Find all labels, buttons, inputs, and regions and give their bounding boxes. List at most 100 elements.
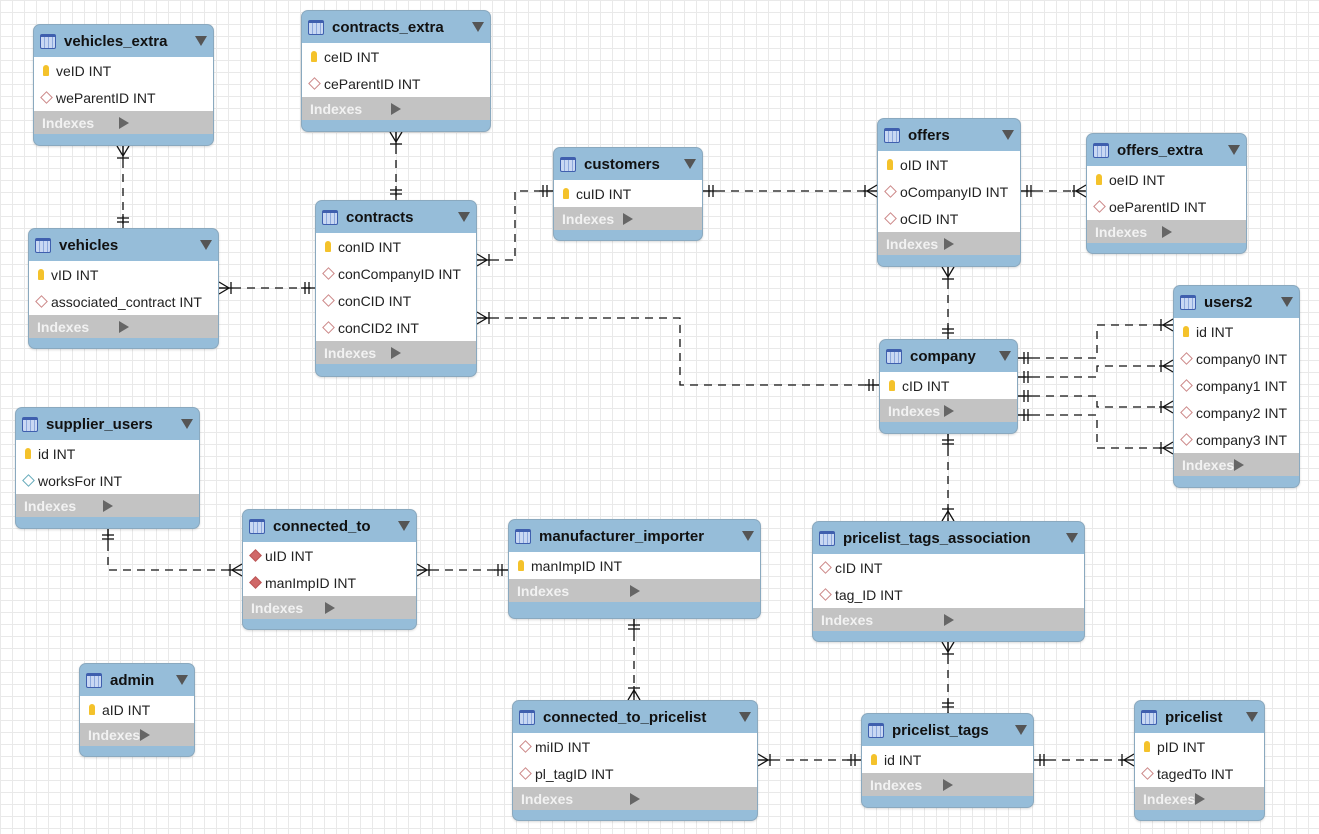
collapse-caret-icon[interactable] [398,521,410,531]
collapse-caret-icon[interactable] [684,159,696,169]
expand-arrow-icon[interactable] [102,499,192,512]
column-row[interactable]: conID INT [316,233,476,260]
table-header[interactable]: manufacturer_importer [509,520,760,552]
indexes-section[interactable]: Indexes [862,773,1033,796]
indexes-section[interactable]: Indexes [1174,453,1299,476]
column-row[interactable]: tagedTo INT [1135,760,1264,787]
expand-arrow-icon[interactable] [944,237,1012,250]
table-customers[interactable]: customers cuID INT Indexes [553,147,703,241]
expand-arrow-icon[interactable] [1234,458,1291,471]
table-header[interactable]: supplier_users [16,408,199,440]
collapse-caret-icon[interactable] [742,531,754,541]
table-connected-to[interactable]: connected_to uID INT manImpID INT Indexes [242,509,417,630]
indexes-section[interactable]: Indexes [509,579,760,602]
column-row[interactable]: ceParentID INT [302,70,490,97]
table-header[interactable]: customers [554,148,702,180]
column-row[interactable]: weParentID INT [34,84,213,111]
table-contracts-extra[interactable]: contracts_extra ceID INT ceParentID INT Ind… [301,10,491,132]
indexes-section[interactable]: Indexes [34,111,213,134]
table-pricelist-tags[interactable]: pricelist_tags id INT Indexes [861,713,1034,808]
collapse-caret-icon[interactable] [999,351,1011,361]
expand-arrow-icon[interactable] [1195,792,1256,805]
column-row[interactable]: manImpID INT [243,569,416,596]
table-company[interactable]: company cID INT Indexes [879,339,1018,434]
expand-arrow-icon[interactable] [943,404,1010,417]
expand-arrow-icon[interactable] [630,792,749,805]
indexes-section[interactable]: Indexes [1087,220,1246,243]
table-header[interactable]: contracts_extra [302,11,490,43]
table-header[interactable]: admin [80,664,194,696]
table-header[interactable]: connected_to [243,510,416,542]
table-header[interactable]: offers [878,119,1020,151]
expand-arrow-icon[interactable] [1161,225,1239,238]
column-row[interactable]: cID INT [813,554,1084,581]
indexes-section[interactable]: Indexes [316,341,476,364]
column-row[interactable]: company2 INT [1174,399,1299,426]
indexes-section[interactable]: Indexes [80,723,194,746]
expand-arrow-icon[interactable] [140,728,186,741]
collapse-caret-icon[interactable] [195,36,207,46]
collapse-caret-icon[interactable] [472,22,484,32]
column-row[interactable]: company3 INT [1174,426,1299,453]
table-pricelist-tags-association[interactable]: pricelist_tags_association cID INT tag_ID … [812,521,1085,642]
table-vehicles-extra[interactable]: vehicles_extra veID INT weParentID INT Inde… [33,24,214,146]
indexes-section[interactable]: Indexes [243,596,416,619]
column-row[interactable]: id INT [1174,318,1299,345]
table-admin[interactable]: admin aID INT Indexes [79,663,195,757]
expand-arrow-icon[interactable] [324,601,409,614]
table-offers[interactable]: offers oID INT oCompanyID INT oCID INT Index… [877,118,1021,267]
expand-arrow-icon[interactable] [118,320,211,333]
column-row[interactable]: company1 INT [1174,372,1299,399]
column-row[interactable]: oeID INT [1087,166,1246,193]
collapse-caret-icon[interactable] [1066,533,1078,543]
collapse-caret-icon[interactable] [1002,130,1014,140]
table-supplier-users[interactable]: supplier_users id INT worksFor INT Indexes [15,407,200,529]
column-row[interactable]: cID INT [880,372,1017,399]
collapse-caret-icon[interactable] [458,212,470,222]
collapse-caret-icon[interactable] [200,240,212,250]
indexes-section[interactable]: Indexes [29,315,218,338]
column-row[interactable]: veID INT [34,57,213,84]
expand-arrow-icon[interactable] [391,346,468,359]
table-vehicles[interactable]: vehicles vID INT associated_contract INT In… [28,228,219,349]
table-header[interactable]: offers_extra [1087,134,1246,166]
indexes-section[interactable]: Indexes [813,608,1084,631]
indexes-section[interactable]: Indexes [880,399,1017,422]
column-row[interactable]: pl_tagID INT [513,760,757,787]
table-header[interactable]: vehicles [29,229,218,261]
column-row[interactable]: associated_contract INT [29,288,218,315]
table-users2[interactable]: users2 id INT company0 INT company1 INT comp… [1173,285,1300,488]
collapse-caret-icon[interactable] [1228,145,1240,155]
table-pricelist[interactable]: pricelist pID INT tagedTo INT Indexes [1134,700,1265,821]
indexes-section[interactable]: Indexes [1135,787,1264,810]
column-row[interactable]: aID INT [80,696,194,723]
column-row[interactable]: ceID INT [302,43,490,70]
column-row[interactable]: pID INT [1135,733,1264,760]
table-header[interactable]: connected_to_pricelist [513,701,757,733]
table-offers-extra[interactable]: offers_extra oeID INT oeParentID INT Indexe… [1086,133,1247,254]
collapse-caret-icon[interactable] [176,675,188,685]
column-row[interactable]: company0 INT [1174,345,1299,372]
collapse-caret-icon[interactable] [739,712,751,722]
column-row[interactable]: conCompanyID INT [316,260,476,287]
indexes-section[interactable]: Indexes [878,232,1020,255]
table-header[interactable]: pricelist [1135,701,1264,733]
indexes-section[interactable]: Indexes [302,97,490,120]
column-row[interactable]: id INT [16,440,199,467]
table-header[interactable]: contracts [316,201,476,233]
expand-arrow-icon[interactable] [942,778,1026,791]
column-row[interactable]: worksFor INT [16,467,199,494]
expand-arrow-icon[interactable] [623,212,694,225]
column-row[interactable]: manImpID INT [509,552,760,579]
expand-arrow-icon[interactable] [629,584,753,597]
column-row[interactable]: oeParentID INT [1087,193,1246,220]
table-header[interactable]: users2 [1174,286,1299,318]
table-header[interactable]: vehicles_extra [34,25,213,57]
expand-arrow-icon[interactable] [943,613,1077,626]
column-row[interactable]: id INT [862,746,1033,773]
column-row[interactable]: oID INT [878,151,1020,178]
column-row[interactable]: oCID INT [878,205,1020,232]
column-row[interactable]: cuID INT [554,180,702,207]
indexes-section[interactable]: Indexes [16,494,199,517]
collapse-caret-icon[interactable] [1281,297,1293,307]
